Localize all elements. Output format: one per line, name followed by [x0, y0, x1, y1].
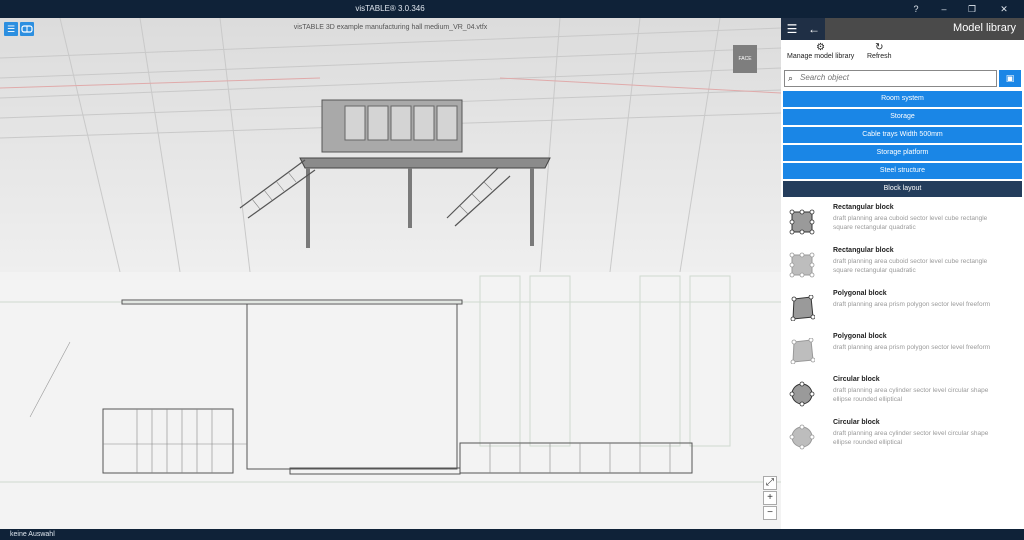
circular-block-icon — [789, 424, 815, 450]
model-library-panel: ☰ ← Model library ⚙ Manage model library… — [781, 18, 1024, 529]
vr-glasses-button[interactable] — [20, 22, 34, 36]
title-bar: visTABLE® 3.0.346 ? – ❐ ✕ — [0, 0, 1024, 18]
view-cube[interactable]: FACE — [733, 45, 757, 73]
item-name: Polygonal block — [833, 290, 887, 297]
item-description: draft planning area cuboid sector level … — [833, 258, 988, 274]
polygonal-block-icon — [790, 338, 815, 364]
3d-view[interactable]: visTABLE 3D example manufacturing hall m… — [0, 18, 781, 272]
menu-icon: ☰ — [6, 24, 16, 34]
polygonal-block-icon — [790, 295, 815, 321]
manage-label: Manage model library — [787, 53, 855, 60]
category-cable-trays[interactable]: Cable trays Width 500mm — [783, 127, 1022, 143]
folder-button[interactable]: ▣ — [999, 70, 1021, 87]
list-item[interactable]: Rectangular block draft planning area cu… — [781, 203, 1024, 246]
search-box[interactable]: ⌕ — [784, 70, 997, 87]
item-description: draft planning area cuboid sector level … — [833, 215, 988, 231]
panel-toolbar: ⚙ Manage model library ↻ Refresh — [781, 40, 1024, 64]
rectangular-block-icon — [789, 252, 815, 278]
zoom-out-button[interactable]: − — [763, 506, 777, 520]
restore-button[interactable]: ❐ — [958, 0, 986, 18]
refresh-button[interactable]: ↻ Refresh — [867, 42, 892, 61]
back-arrow-icon: ← — [808, 22, 820, 36]
category-storage-platform[interactable]: Storage platform — [783, 145, 1022, 161]
minimize-button[interactable]: – — [930, 0, 958, 18]
category-list: Room system Storage Cable trays Width 50… — [783, 91, 1022, 199]
circular-block-icon — [789, 381, 815, 407]
item-name: Circular block — [833, 419, 880, 426]
item-description: draft planning area prism polygon sector… — [833, 301, 991, 308]
item-description: draft planning area cylinder sector leve… — [833, 430, 989, 446]
status-text: keine Auswahl — [10, 531, 55, 538]
list-item[interactable]: Rectangular block draft planning area cu… — [781, 246, 1024, 289]
app-title: visTABLE® 3.0.346 — [355, 4, 425, 13]
category-block-layout[interactable]: Block layout — [783, 181, 1022, 197]
2d-floorplan — [0, 275, 781, 483]
gear-icon: ⚙ — [816, 42, 826, 53]
folder-icon: ▣ — [1005, 73, 1015, 83]
item-name: Polygonal block — [833, 333, 887, 340]
list-item[interactable]: Circular block draft planning area cylin… — [781, 418, 1024, 461]
panel-title: Model library — [953, 22, 1016, 34]
3d-scene — [0, 18, 781, 272]
panel-menu-button[interactable]: ☰ — [781, 18, 803, 40]
menu-icon: ☰ — [786, 22, 798, 36]
search-icon: ⌕ — [788, 73, 794, 83]
refresh-icon: ↻ — [875, 42, 884, 53]
status-bar: keine Auswahl — [0, 529, 1024, 540]
panel-header: ☰ ← Model library — [781, 18, 1024, 40]
list-item[interactable]: Polygonal block draft planning area pris… — [781, 332, 1024, 375]
list-item[interactable]: Polygonal block draft planning area pris… — [781, 289, 1024, 332]
close-button[interactable]: ✕ — [990, 0, 1018, 18]
back-button[interactable]: ← — [803, 18, 825, 40]
search-input[interactable] — [800, 73, 990, 82]
refresh-label: Refresh — [867, 53, 892, 60]
help-button[interactable]: ? — [902, 0, 930, 18]
item-name: Circular block — [833, 376, 880, 383]
item-name: Rectangular block — [833, 247, 894, 254]
file-title: visTABLE 3D example manufacturing hall m… — [293, 24, 488, 31]
viewport[interactable]: visTABLE 3D example manufacturing hall m… — [0, 18, 781, 529]
manage-model-library-button[interactable]: ⚙ Manage model library — [787, 42, 855, 61]
item-description: draft planning area prism polygon sector… — [833, 344, 991, 351]
zoom-in-button[interactable]: + — [763, 491, 777, 505]
object-list: Rectangular block draft planning area cu… — [781, 203, 1024, 461]
category-room-system[interactable]: Room system — [783, 91, 1022, 107]
category-steel-structure[interactable]: Steel structure — [783, 163, 1022, 179]
2d-view[interactable]: ⤢ + − — [0, 272, 781, 529]
category-storage[interactable]: Storage — [783, 109, 1022, 125]
rectangular-block-icon — [789, 209, 815, 235]
item-name: Rectangular block — [833, 204, 894, 211]
vr-glasses-icon — [21, 25, 33, 33]
viewport-menu-button[interactable]: ☰ — [4, 22, 18, 36]
item-description: draft planning area cylinder sector leve… — [833, 387, 989, 403]
list-item[interactable]: Circular block draft planning area cylin… — [781, 375, 1024, 418]
zoom-fit-button[interactable]: ⤢ — [763, 476, 777, 490]
